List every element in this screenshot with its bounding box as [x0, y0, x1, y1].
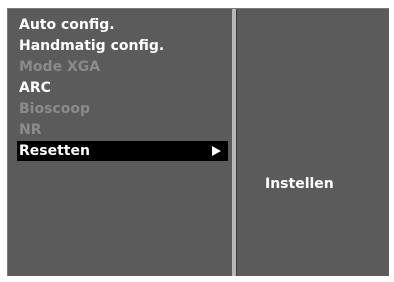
menu-item-arc[interactable]: ARC: [8, 78, 232, 99]
menu-item-auto-config[interactable]: Auto config.: [8, 15, 232, 36]
arrow-right-icon: [212, 146, 221, 156]
menu-item-nr: NR: [19, 122, 42, 138]
menu-item-label: Resetten: [19, 143, 90, 159]
submenu-panel: Instellen: [237, 9, 389, 276]
menu-item-handmatig-config[interactable]: Handmatig config.: [8, 36, 232, 57]
menu-item-bioscoop: Bioscoop: [19, 101, 90, 117]
main-menu-panel: Auto config. Handmatig config. Mode XGA …: [8, 9, 232, 276]
menu-item-mode-xga: Mode XGA: [19, 59, 101, 75]
submenu-item-instellen[interactable]: Instellen: [265, 176, 334, 192]
main-menu-list: Auto config. Handmatig config. Mode XGA …: [8, 15, 232, 161]
menu-item-resetten[interactable]: Resetten: [17, 141, 228, 161]
osd-menu-window: Auto config. Handmatig config. Mode XGA …: [7, 8, 389, 276]
